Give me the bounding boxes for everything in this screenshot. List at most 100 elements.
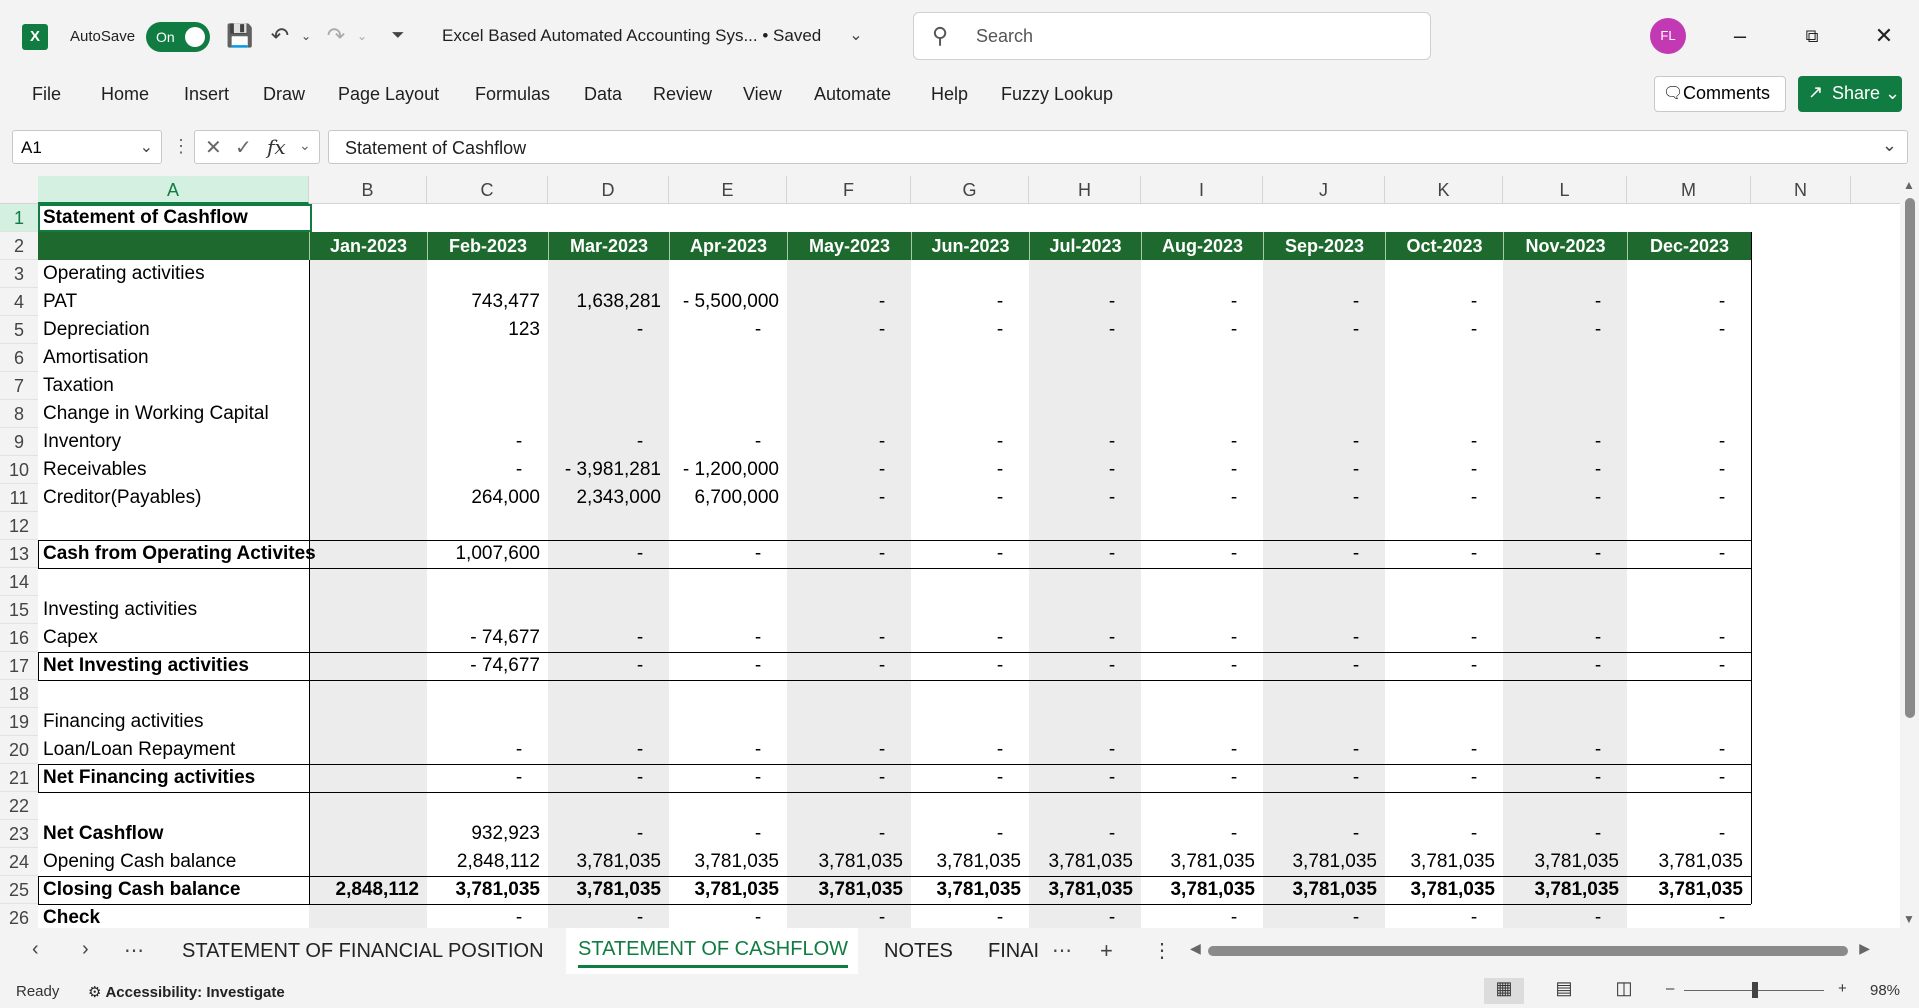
cell-value[interactable]: - bbox=[993, 316, 1007, 344]
cell-value[interactable]: 3,781,035 bbox=[673, 848, 779, 876]
cell-value[interactable]: 3,781,035 bbox=[791, 876, 903, 904]
row-header-24[interactable]: 24 bbox=[0, 848, 38, 876]
cell-value[interactable]: - bbox=[1349, 428, 1363, 456]
page-layout-view-icon[interactable]: ▤ bbox=[1544, 978, 1584, 1004]
cell-value[interactable]: - bbox=[1715, 540, 1729, 568]
zoom-level[interactable]: 98% bbox=[1870, 982, 1900, 999]
cell-value[interactable]: - bbox=[1349, 316, 1363, 344]
cell-value[interactable]: - bbox=[751, 624, 765, 652]
more-sheets-icon[interactable]: ⋯ bbox=[124, 938, 144, 963]
cell-value[interactable]: - 5,500,000 bbox=[673, 288, 779, 316]
avatar[interactable]: FL bbox=[1650, 18, 1686, 54]
row-header-9[interactable]: 9 bbox=[0, 428, 38, 456]
tab-draw[interactable]: Draw bbox=[263, 84, 305, 105]
cell-value[interactable]: - bbox=[993, 540, 1007, 568]
cell-value[interactable]: - bbox=[1349, 456, 1363, 484]
sheet-options-icon[interactable]: ⋮ bbox=[1152, 938, 1172, 963]
cell-value[interactable]: 743,477 bbox=[431, 288, 540, 316]
tab-help[interactable]: Help bbox=[931, 84, 968, 105]
cell-value[interactable]: - bbox=[875, 624, 889, 652]
page-break-view-icon[interactable]: ◫ bbox=[1604, 978, 1644, 1004]
cell-value[interactable]: - bbox=[1105, 736, 1119, 764]
cell-value[interactable]: - bbox=[1105, 456, 1119, 484]
next-sheet-icon[interactable]: › bbox=[82, 938, 89, 961]
row-header-2[interactable]: 2 bbox=[0, 232, 38, 260]
horizontal-scroll-thumb[interactable] bbox=[1208, 946, 1848, 956]
prev-sheet-icon[interactable]: ‹ bbox=[32, 938, 39, 961]
cell-value[interactable]: 3,781,035 bbox=[1267, 848, 1377, 876]
cell-value[interactable]: 3,781,035 bbox=[1033, 848, 1133, 876]
cell-value[interactable]: 3,781,035 bbox=[1389, 848, 1495, 876]
cell-value[interactable]: 3,781,035 bbox=[1145, 876, 1255, 904]
cell-value[interactable]: - bbox=[633, 736, 647, 764]
cell-value[interactable]: - bbox=[1349, 288, 1363, 316]
cell-value[interactable]: 3,781,035 bbox=[791, 848, 903, 876]
cell-value[interactable]: - bbox=[633, 428, 647, 456]
cell-value[interactable]: 3,781,035 bbox=[1033, 876, 1133, 904]
cell-value[interactable]: - bbox=[512, 736, 526, 764]
worksheet-grid[interactable]: ABCDEFGHIJKLMN 1 2 3 4 5 6 7 8 9 10 11 12 13 14 15 16 17… bbox=[0, 176, 1900, 928]
cell-value[interactable]: - bbox=[993, 624, 1007, 652]
cell-value[interactable]: - bbox=[1467, 736, 1481, 764]
cell-value[interactable]: - bbox=[1227, 904, 1241, 928]
column-header-d[interactable]: D bbox=[548, 176, 669, 204]
row-header-15[interactable]: 15 bbox=[0, 596, 38, 624]
cell-value[interactable]: 264,000 bbox=[431, 484, 540, 512]
cell-value[interactable]: - bbox=[751, 904, 765, 928]
cell-value[interactable]: - bbox=[875, 904, 889, 928]
cell-value[interactable]: 3,781,035 bbox=[552, 848, 661, 876]
autosave-toggle[interactable]: On bbox=[146, 22, 210, 52]
cell-value[interactable]: - bbox=[1715, 652, 1729, 680]
column-header-n[interactable]: N bbox=[1751, 176, 1851, 204]
row-header-6[interactable]: 6 bbox=[0, 344, 38, 372]
fx-chevron-icon[interactable]: ⌄ bbox=[299, 137, 311, 154]
zoom-slider-knob[interactable] bbox=[1752, 982, 1758, 998]
cell-value[interactable]: 1,638,281 bbox=[552, 288, 661, 316]
row-header-14[interactable]: 14 bbox=[0, 568, 38, 596]
cell-value[interactable]: - bbox=[1715, 484, 1729, 512]
cell-value[interactable]: - bbox=[633, 316, 647, 344]
cell-value[interactable]: - bbox=[1105, 428, 1119, 456]
cell-value[interactable]: - bbox=[993, 820, 1007, 848]
tab-home[interactable]: Home bbox=[101, 84, 149, 105]
column-header-g[interactable]: G bbox=[911, 176, 1029, 204]
cell-value[interactable]: 3,781,035 bbox=[1631, 848, 1743, 876]
row-header-4[interactable]: 4 bbox=[0, 288, 38, 316]
column-header-b[interactable]: B bbox=[309, 176, 427, 204]
cell-value[interactable]: - bbox=[1105, 764, 1119, 792]
row-header-25[interactable]: 25 bbox=[0, 876, 38, 904]
row-header-12[interactable]: 12 bbox=[0, 512, 38, 540]
save-icon[interactable]: 💾 bbox=[226, 22, 254, 50]
cell-value[interactable]: - bbox=[1227, 456, 1241, 484]
cell-value[interactable]: - bbox=[993, 484, 1007, 512]
column-header-e[interactable]: E bbox=[669, 176, 787, 204]
cell-value[interactable]: - bbox=[1591, 540, 1605, 568]
formula-input[interactable]: Statement of Cashflow ⌄ bbox=[328, 130, 1908, 164]
cell-value[interactable]: - bbox=[1349, 540, 1363, 568]
cell-value[interactable]: - bbox=[1715, 624, 1729, 652]
row-header-3[interactable]: 3 bbox=[0, 260, 38, 288]
cell-value[interactable]: - bbox=[1227, 428, 1241, 456]
cell-value[interactable]: - bbox=[751, 736, 765, 764]
customize-toolbar-icon[interactable]: ⏷ bbox=[384, 22, 412, 50]
cell-value[interactable]: - bbox=[875, 820, 889, 848]
cell-value[interactable]: - bbox=[1467, 316, 1481, 344]
cell-value[interactable]: - bbox=[1715, 456, 1729, 484]
row-header-17[interactable]: 17 bbox=[0, 652, 38, 680]
cell-value[interactable]: - bbox=[1591, 652, 1605, 680]
cell-value[interactable]: - bbox=[993, 288, 1007, 316]
share-button[interactable]: ↗ Share ⌄ bbox=[1798, 76, 1902, 112]
scroll-right-icon[interactable]: ▶ bbox=[1859, 940, 1870, 957]
vertical-scrollbar[interactable]: ▲ ▼ bbox=[1900, 176, 1919, 928]
cell-value[interactable]: - bbox=[751, 316, 765, 344]
tab-file[interactable]: File bbox=[32, 84, 61, 105]
cell-value[interactable]: - bbox=[1105, 820, 1119, 848]
search-box[interactable]: ⚲ Search bbox=[913, 12, 1431, 60]
sheet-tab-finai[interactable]: FINAI bbox=[988, 940, 1039, 963]
cell-value[interactable]: 3,781,035 bbox=[1507, 848, 1619, 876]
column-header-h[interactable]: H bbox=[1029, 176, 1141, 204]
tabs-overflow-icon[interactable]: ⋯ bbox=[1052, 938, 1072, 963]
column-header-k[interactable]: K bbox=[1385, 176, 1503, 204]
row-header-13[interactable]: 13 bbox=[0, 540, 38, 568]
cell-value[interactable]: - bbox=[1715, 904, 1729, 928]
